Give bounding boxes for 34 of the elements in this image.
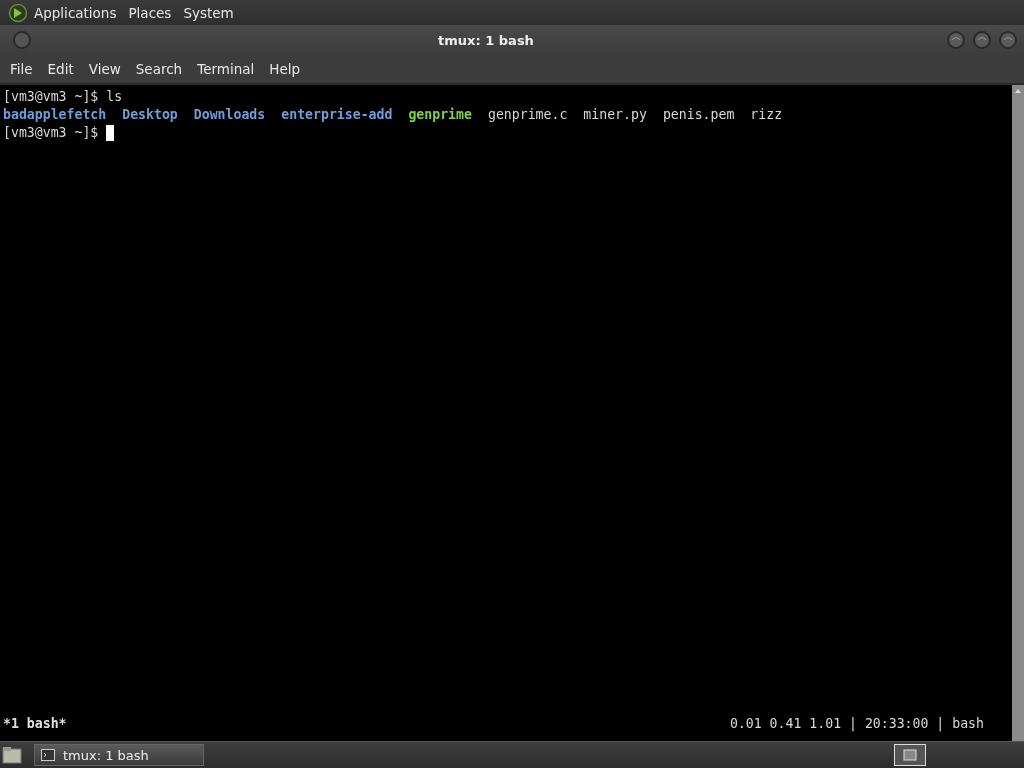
file-name: Desktop: [122, 106, 178, 124]
file-name: rizz: [750, 106, 783, 124]
file-name: badapplefetch: [3, 106, 107, 124]
panel-menu[interactable]: System: [181, 4, 240, 21]
workspace-switcher-icon[interactable]: [894, 744, 926, 766]
menu-item[interactable]: File: [4, 61, 42, 77]
window-menu-icon[interactable]: [12, 30, 32, 50]
scroll-bar[interactable]: [1012, 85, 1024, 741]
logo-icon[interactable]: [8, 2, 28, 23]
tmux-status-info: 0.01 0.41 1.01 | 20:33:00 | bash: [729, 715, 984, 733]
taskbar-task[interactable]: tmux: 1 bash: [34, 744, 204, 766]
window-title: tmux: 1 bash: [437, 32, 535, 48]
file-name: genprime.c: [487, 106, 568, 124]
close-icon[interactable]: [998, 30, 1018, 50]
panel-menu[interactable]: Applications: [32, 4, 123, 21]
shell-prompt: [vm3@vm3 ~]$: [3, 124, 99, 142]
tmux-window-label: *1 bash*: [3, 715, 67, 733]
panel-menu[interactable]: Places: [126, 4, 178, 21]
folder-icon[interactable]: [2, 746, 22, 764]
file-name: genprime: [408, 106, 472, 124]
shell-prompt: [vm3@vm3 ~]$: [3, 88, 99, 106]
menu-item[interactable]: Help: [263, 61, 310, 77]
terminal-icon: [41, 749, 55, 761]
file-name: Downloads: [193, 106, 266, 124]
maximize-icon[interactable]: [972, 30, 992, 50]
menu-item[interactable]: Search: [129, 61, 192, 77]
command-text: ls: [105, 88, 123, 106]
file-name: penis.pem: [662, 106, 735, 124]
menu-item[interactable]: View: [82, 61, 130, 77]
file-name: enterprise-add: [281, 106, 393, 124]
menu-item[interactable]: Terminal: [191, 61, 264, 77]
minimize-icon[interactable]: [946, 30, 966, 50]
menu-item[interactable]: Edit: [41, 61, 83, 77]
file-name: miner.py: [583, 106, 647, 124]
